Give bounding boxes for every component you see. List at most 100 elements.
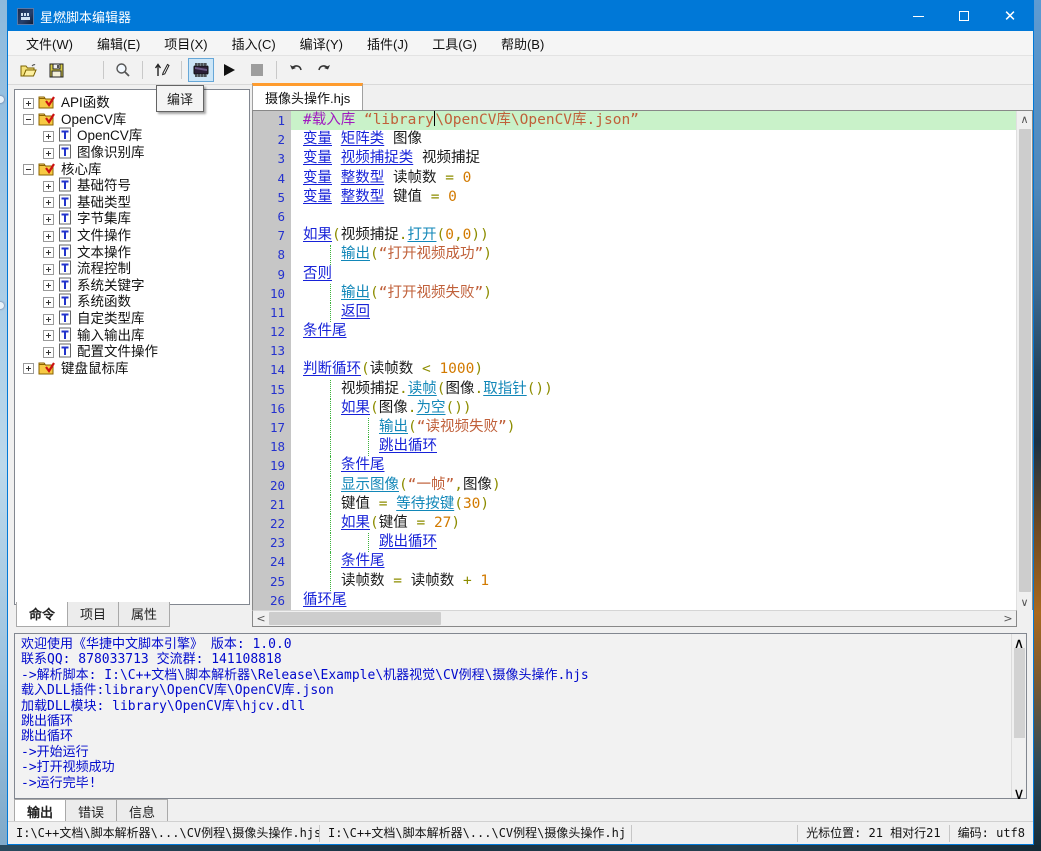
editor-tab-active[interactable]: 摄像头操作.hjs [252,83,364,110]
tree-item[interactable]: 文本操作 [19,244,249,261]
expand-plus-icon[interactable] [43,197,54,209]
code-line[interactable]: 5 变量 整数型 键值 = 0 [253,187,1016,207]
minimize-button[interactable] [895,1,941,31]
expand-plus-icon[interactable] [43,313,54,325]
code-line[interactable]: 21 键值 = 等待按键(30) [253,494,1016,515]
horizontal-scroll-thumb[interactable] [269,612,441,625]
tree-item[interactable]: 文件操作 [19,227,249,245]
code-line[interactable]: 6 [253,206,1016,227]
tree-item[interactable]: 系统函数 [19,293,249,311]
open-button[interactable] [15,58,41,82]
sidebar-tab-property[interactable]: 属性 [118,602,171,627]
tree-item[interactable]: 系统关键字 [19,277,249,295]
sidebar-tab-project[interactable]: 项目 [67,602,120,627]
collapse-minus-icon[interactable] [23,164,34,176]
code-line[interactable]: 20 显示图像(“一帧”,图像) [253,475,1016,495]
expand-plus-icon[interactable] [43,230,54,242]
expand-plus-icon[interactable] [23,363,34,375]
expand-plus-icon[interactable] [43,147,54,159]
close-button[interactable]: ✕ [987,1,1033,31]
tree-item[interactable]: 输入输出库 [19,327,249,344]
code-line[interactable]: 1 #载入库 “library \OpenCV库\OpenCV库.json” [253,111,1016,131]
code-line[interactable]: 4 变量 整数型 读帧数 = 0 [253,168,1016,188]
library-tree[interactable]: API函数 OpenCV库 OpenCV库 图像识别库 核心库 基础符号 基础类型 字节集库文… [14,89,250,605]
code-line[interactable]: 24 条件尾 [253,552,1016,572]
code-line[interactable]: 9 否则 [253,264,1016,284]
code-line[interactable]: 15 视频捕捉.读帧(图像.取指针()) [253,379,1016,400]
sidebar-tab-command[interactable]: 命令 [16,602,69,627]
tree-item[interactable]: 基础符号 [19,177,249,195]
expand-plus-icon[interactable] [43,213,54,225]
expand-plus-icon[interactable] [43,296,54,308]
tree-item[interactable]: 自定类型库 [19,310,249,328]
expand-plus-icon[interactable] [23,97,34,109]
code-line[interactable]: 11 返回 [253,302,1016,323]
expand-plus-icon[interactable] [43,346,54,358]
code-line[interactable]: 26 循环尾 [253,590,1016,610]
save-button[interactable] [43,58,69,82]
menu-item-edit[interactable]: 编辑(E) [87,31,150,56]
output-vertical-scrollbar[interactable]: ∧ ∨ [1011,634,1026,803]
menu-item-tools[interactable]: 工具(G) [422,31,487,56]
redo-button[interactable] [311,58,337,82]
compile-button[interactable] [188,58,214,82]
stop-button[interactable] [244,58,270,82]
tree-item[interactable]: 核心库 [19,161,249,178]
run-button[interactable] [216,58,242,82]
code-editor[interactable]: 1 #载入库 “library \OpenCV库\OpenCV库.json” 2 变量 … [253,111,1016,610]
collapse-minus-icon[interactable] [23,114,34,126]
menu-item-insert[interactable]: 插入(C) [222,31,286,56]
tree-item[interactable]: 字节集库 [19,210,249,228]
scroll-down-icon[interactable]: ∨ [1013,784,1025,803]
code-line[interactable]: 25 读帧数 = 读帧数 + 1 [253,571,1016,591]
save-all-button[interactable] [71,58,97,82]
code-line[interactable]: 2 变量 矩阵类 图像 [253,130,1016,150]
code-line[interactable]: 14 判断循环(读帧数 < 1000) [253,360,1016,380]
expand-plus-icon[interactable] [43,130,54,142]
output-scroll-thumb[interactable] [1013,648,1025,738]
tree-item[interactable]: OpenCV库 [19,112,249,129]
editor-horizontal-scrollbar[interactable]: < > [252,610,1017,627]
tree-item[interactable]: 配置文件操作 [19,343,249,361]
scroll-up-icon[interactable]: ∧ [1017,111,1033,127]
code-line[interactable]: 13 [253,341,1016,361]
expand-plus-icon[interactable] [43,247,54,259]
maximize-button[interactable] [941,1,987,31]
menu-item-compile[interactable]: 编译(Y) [290,31,353,56]
scroll-right-icon[interactable]: > [1000,611,1016,627]
menu-item-help[interactable]: 帮助(B) [491,31,554,56]
code-line[interactable]: 23 跳出循环 [253,533,1016,553]
expand-plus-icon[interactable] [43,330,54,342]
editor-vertical-scrollbar[interactable]: ∧ ∨ [1016,111,1032,610]
tree-item[interactable]: API函数 [19,95,249,112]
tree-item[interactable]: 流程控制 [19,260,249,278]
tree-item[interactable]: 键盘鼠标库 [19,361,249,378]
scroll-up-icon[interactable]: ∧ [1013,634,1025,653]
code-line[interactable]: 7 如果(视频捕捉.打开(0,0)) [253,226,1016,246]
menu-item-plugin[interactable]: 插件(J) [357,31,418,56]
tree-item[interactable]: OpenCV库 [19,127,249,145]
goto-button[interactable] [149,58,175,82]
tree-item[interactable]: 基础类型 [19,194,249,212]
expand-plus-icon[interactable] [43,280,54,292]
undo-button[interactable] [283,58,309,82]
tree-item[interactable]: 图像识别库 [19,144,249,162]
expand-plus-icon[interactable] [43,263,54,275]
code-line[interactable]: 16 如果(图像.为空()) [253,398,1016,419]
vertical-scroll-thumb[interactable] [1018,129,1031,592]
search-button[interactable] [110,58,136,82]
code-line[interactable]: 19 条件尾 [253,456,1016,476]
menu-item-project[interactable]: 项目(X) [154,31,217,56]
scroll-left-icon[interactable]: < [253,611,269,627]
menu-item-file[interactable]: 文件(W) [16,31,83,56]
expand-plus-icon[interactable] [43,180,54,192]
title-bar[interactable]: 星燃脚本编辑器 ✕ [8,1,1033,31]
code-line[interactable]: 12 条件尾 [253,322,1016,342]
code-line[interactable]: 17 输出(“读视频失败”) [253,418,1016,438]
code-line[interactable]: 22 如果(键值 = 27) [253,513,1016,534]
code-line[interactable]: 3 变量 视频捕捉类 视频捕捉 [253,149,1016,169]
code-line[interactable]: 10 输出(“打开视频失败”) [253,283,1016,304]
scroll-down-icon[interactable]: ∨ [1017,594,1033,610]
code-line[interactable]: 18 跳出循环 [253,437,1016,457]
code-line[interactable]: 8 输出(“打开视频成功”) [253,245,1016,265]
